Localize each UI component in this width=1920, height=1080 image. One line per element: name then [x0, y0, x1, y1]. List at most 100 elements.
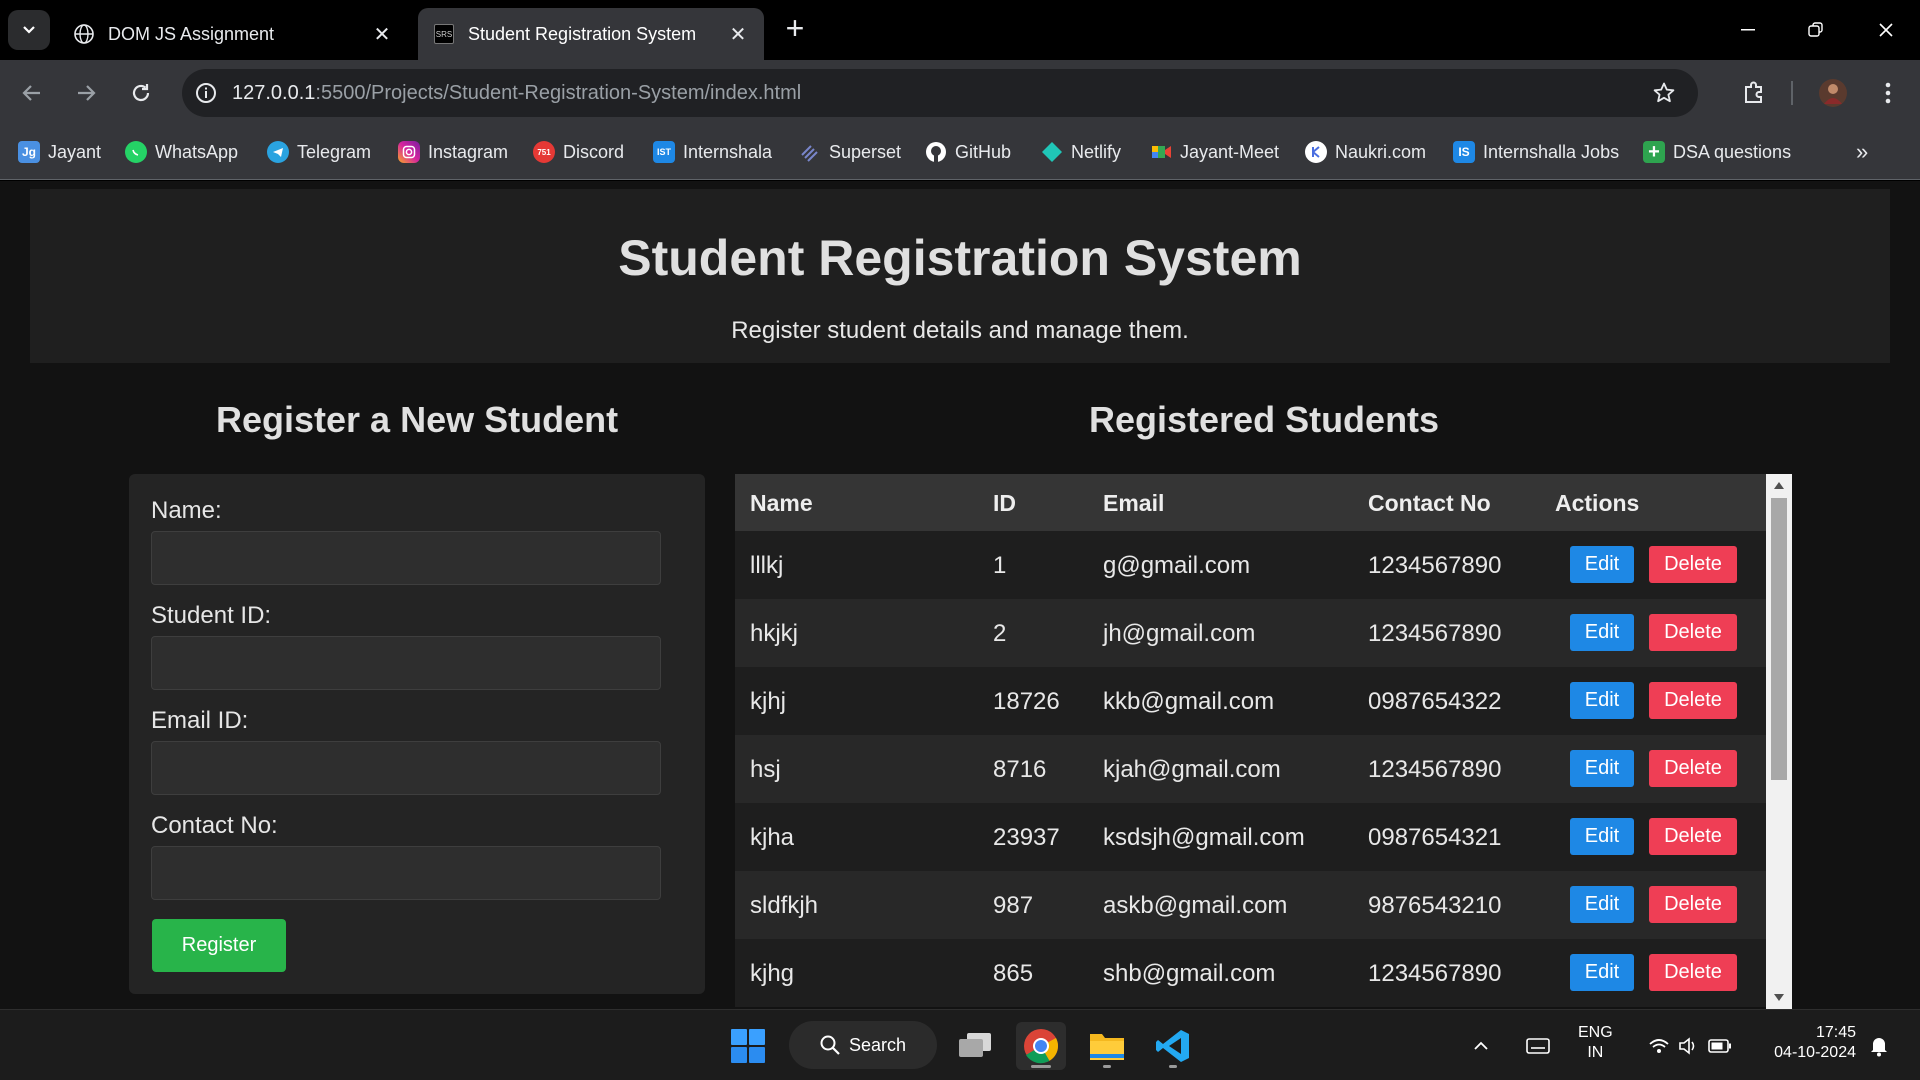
address-bar[interactable]: 127.0.0.1:5500/Projects/Student-Registra…: [182, 69, 1698, 117]
clock[interactable]: 17:45 04-10-2024: [1758, 1024, 1856, 1062]
table-scrollbar[interactable]: [1766, 474, 1792, 1009]
delete-button[interactable]: Delete: [1649, 818, 1737, 855]
bookmark-internshalla-jobs[interactable]: IS Internshalla Jobs: [1453, 138, 1619, 166]
scroll-up-icon[interactable]: [1774, 482, 1784, 489]
bookmark-whatsapp[interactable]: WhatsApp: [125, 138, 238, 166]
search-label: Search: [849, 1034, 907, 1055]
bookmark-label: Internshalla Jobs: [1483, 141, 1620, 162]
tab-search-button[interactable]: [8, 10, 50, 50]
delete-button[interactable]: Delete: [1649, 750, 1737, 787]
table-row: kjha 23937 ksdsjh@gmail.com 0987654321 E…: [735, 803, 1766, 871]
taskbar-chrome[interactable]: [1016, 1022, 1066, 1070]
quick-settings-button[interactable]: [1640, 1022, 1740, 1070]
cell-id: 865: [993, 960, 1034, 987]
site-info-icon[interactable]: [194, 81, 218, 105]
scroll-thumb[interactable]: [1771, 498, 1787, 780]
bookmark-internshala[interactable]: IST Internshala: [653, 138, 772, 166]
form-section-title: Register a New Student: [216, 399, 619, 440]
edit-button[interactable]: Edit: [1570, 954, 1634, 991]
minimize-button[interactable]: [1728, 12, 1768, 48]
scroll-down-icon[interactable]: [1774, 994, 1784, 1001]
chrome-icon: [1024, 1029, 1058, 1064]
menu-button[interactable]: [1870, 75, 1906, 111]
extensions-button[interactable]: [1736, 75, 1772, 111]
student-id-input[interactable]: [151, 636, 661, 690]
touch-keyboard-button[interactable]: [1523, 1022, 1553, 1070]
delete-button[interactable]: Delete: [1649, 614, 1737, 651]
show-hidden-icons-button[interactable]: [1466, 1022, 1496, 1070]
page-header: Student Registration System Register stu…: [30, 189, 1890, 363]
clock-date: 04-10-2024: [1774, 1044, 1856, 1061]
edit-button[interactable]: Edit: [1570, 818, 1634, 855]
cell-email: g@gmail.com: [1103, 552, 1251, 579]
table-header: Name ID Email Contact No Actions: [735, 474, 1766, 531]
delete-button[interactable]: Delete: [1649, 954, 1737, 991]
bookmark-jayant-meet[interactable]: Jayant-Meet: [1150, 138, 1279, 166]
running-indicator: [1169, 1065, 1177, 1068]
registration-form: Name: Student ID: Email ID: Contact No: …: [129, 474, 705, 994]
notifications-button[interactable]: [1864, 1022, 1894, 1070]
taskbar-file-explorer[interactable]: [1082, 1022, 1132, 1070]
start-button[interactable]: [723, 1022, 773, 1070]
name-input[interactable]: [151, 531, 661, 585]
bookmark-jayant[interactable]: Jg Jayant: [18, 138, 101, 166]
star-icon[interactable]: [1652, 81, 1676, 110]
cell-contact: 1234567890: [1368, 620, 1502, 647]
bookmark-telegram[interactable]: Telegram: [267, 138, 371, 166]
tab-dom-js-assignment[interactable]: DOM JS Assignment ✕: [58, 8, 408, 60]
volume-icon: [1679, 1037, 1695, 1055]
reload-button[interactable]: [123, 75, 159, 111]
delete-button[interactable]: Delete: [1649, 886, 1737, 923]
edit-button[interactable]: Edit: [1570, 682, 1634, 719]
bookmark-discord[interactable]: 751 Discord: [533, 138, 624, 166]
globe-icon: [74, 24, 94, 44]
table-row: kjhg 865 shb@gmail.com 1234567890 Edit D…: [735, 939, 1766, 1007]
netlify-icon: [1041, 141, 1063, 163]
register-button[interactable]: Register: [152, 919, 286, 972]
cell-name: lllkj: [750, 552, 784, 579]
cell-id: 2: [993, 620, 1007, 647]
back-button[interactable]: [14, 75, 50, 111]
cell-contact: 0987654322: [1368, 688, 1502, 715]
bookmarks-overflow-button[interactable]: »: [1856, 138, 1868, 166]
cell-id: 987: [993, 892, 1034, 919]
profile-avatar[interactable]: [1815, 75, 1851, 111]
table-row: kjhj 18726 kkb@gmail.com 0987654322 Edit…: [735, 667, 1766, 735]
table-row: hkjkj 2 jh@gmail.com 1234567890 Edit Del…: [735, 599, 1766, 667]
arrow-left-icon: [22, 85, 40, 101]
bookmark-github[interactable]: GitHub: [925, 138, 1011, 166]
cell-email: kjah@gmail.com: [1103, 756, 1281, 783]
task-view-button[interactable]: [950, 1022, 1000, 1070]
contact-input[interactable]: [151, 846, 661, 900]
close-icon[interactable]: ✕: [728, 22, 748, 47]
internshala-icon: IST: [653, 141, 675, 163]
delete-button[interactable]: Delete: [1649, 546, 1737, 583]
forward-button[interactable]: [68, 75, 104, 111]
vscode-icon: [1156, 1030, 1189, 1062]
edit-button[interactable]: Edit: [1570, 886, 1634, 923]
language-indicator[interactable]: ENG IN: [1578, 1024, 1613, 1062]
bookmark-naukri[interactable]: Naukri.com: [1305, 138, 1426, 166]
edit-button[interactable]: Edit: [1570, 750, 1634, 787]
clock-time: 17:45: [1815, 1024, 1856, 1041]
edit-button[interactable]: Edit: [1570, 546, 1634, 583]
tab-student-registration-system[interactable]: SRS Student Registration System ✕: [418, 8, 764, 60]
taskbar-vscode[interactable]: [1148, 1022, 1198, 1070]
close-icon[interactable]: ✕: [372, 22, 392, 47]
email-input[interactable]: [151, 741, 661, 795]
delete-button[interactable]: Delete: [1649, 682, 1737, 719]
cell-email: askb@gmail.com: [1103, 892, 1288, 919]
close-window-button[interactable]: [1866, 12, 1906, 48]
bookmark-superset[interactable]: Superset: [799, 138, 901, 166]
cell-id: 18726: [993, 688, 1060, 715]
column-header-actions: Actions: [1555, 490, 1640, 516]
edit-button[interactable]: Edit: [1570, 614, 1634, 651]
bookmark-netlify[interactable]: Netlify: [1041, 138, 1121, 166]
bookmark-instagram[interactable]: Instagram: [398, 138, 508, 166]
dsa-icon: +: [1643, 141, 1665, 163]
bookmark-dsa-questions[interactable]: + DSA questions: [1643, 138, 1791, 166]
new-tab-button[interactable]: +: [780, 12, 810, 44]
taskbar-search[interactable]: Search: [789, 1021, 937, 1069]
restore-button[interactable]: [1796, 12, 1836, 48]
cell-email: ksdsjh@gmail.com: [1103, 824, 1305, 851]
